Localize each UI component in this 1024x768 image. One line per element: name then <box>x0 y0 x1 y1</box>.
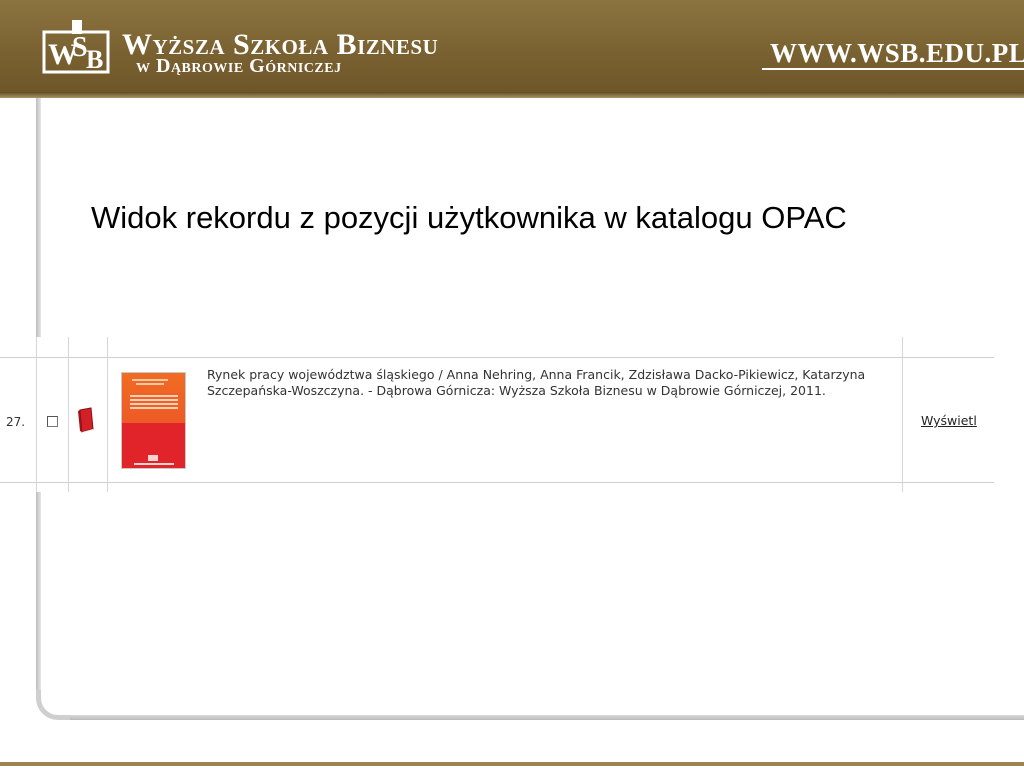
column-divider <box>902 337 903 492</box>
cover-publisher-logo <box>148 455 158 461</box>
opac-result-row: 27. Rynek pracy województwa śląskiego / … <box>0 337 994 492</box>
record-description: Rynek pracy województwa śląskiego / Anna… <box>207 367 866 398</box>
school-location: w Dąbrowie Górniczej <box>136 55 342 77</box>
book-icon <box>78 407 94 433</box>
result-number: 27. <box>6 415 26 429</box>
svg-text:B: B <box>86 45 103 74</box>
cover-title-text <box>130 395 178 409</box>
column-divider <box>107 337 108 492</box>
cover-author-line <box>136 383 164 385</box>
footer-line <box>0 762 1024 766</box>
column-divider <box>36 337 37 492</box>
slide-title: Widok rekordu z pozycji użytkownika w ka… <box>91 200 847 235</box>
site-url[interactable]: WWW.WSB.EDU.PL <box>770 40 1024 67</box>
book-cover[interactable] <box>121 372 186 469</box>
header-divider <box>0 92 1024 98</box>
show-record-link[interactable]: Wyświetl <box>921 413 977 428</box>
row-bottom-border <box>0 482 994 483</box>
column-divider <box>68 337 69 492</box>
row-top-border <box>0 357 994 358</box>
url-underline <box>762 68 1024 70</box>
frame-bottom-border <box>70 715 1024 720</box>
select-checkbox[interactable] <box>47 416 58 427</box>
wsb-logo-icon: W S B <box>42 20 110 74</box>
header-banner: W S B Wyższa Szkoła Biznesu w Dąbrowie G… <box>0 0 1024 96</box>
cover-publisher-text <box>134 463 174 465</box>
cover-author-line <box>132 379 168 381</box>
